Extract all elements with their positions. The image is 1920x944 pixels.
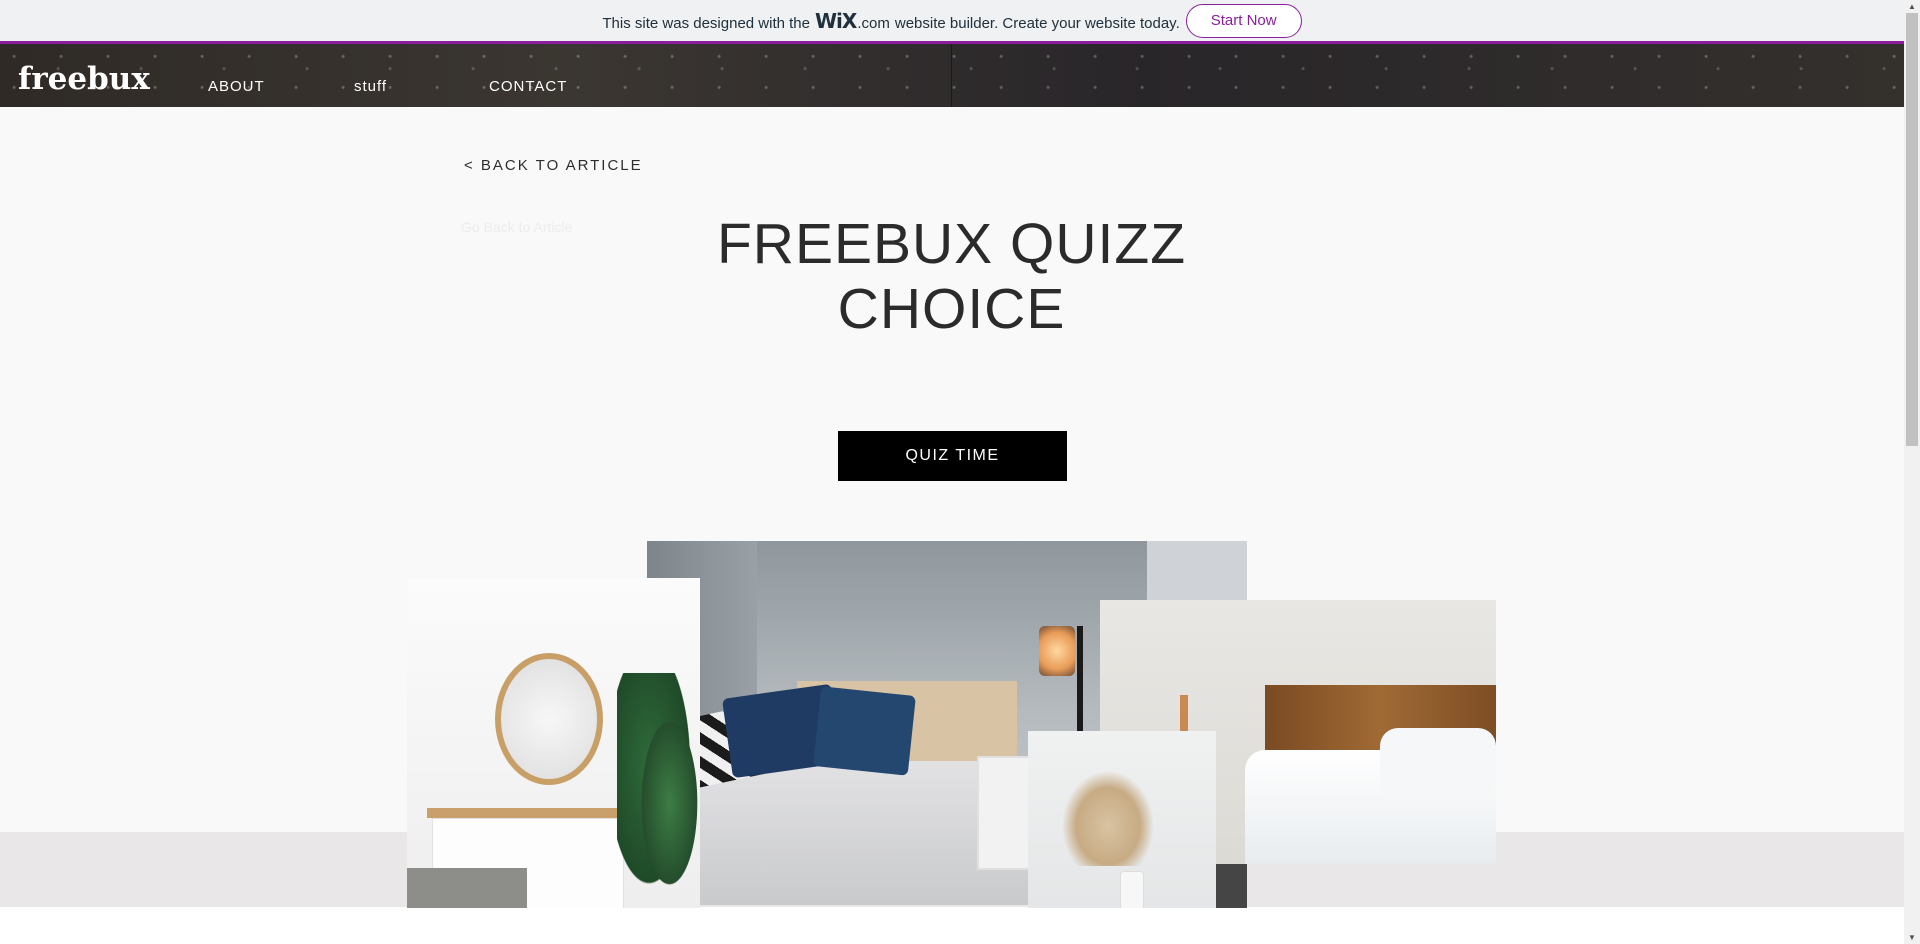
nav-item-stuff[interactable]: stuff [354,78,387,95]
page-title: FREEBUX QUIZZ CHOICE [600,212,1303,342]
triangle-up-icon[interactable]: ▲ [1904,0,1920,13]
go-back-to-article-link[interactable]: Go Back to Article [461,219,572,235]
wix-banner-message: This site was designed with the WiX .com … [602,9,1179,33]
site-header: freebux ABOUT stuff CONTACT [0,44,1904,107]
page-title-line-1: FREEBUX QUIZZ [716,212,1187,276]
wix-promo-banner: This site was designed with the WiX .com … [0,0,1904,44]
scrollbar-thumb[interactable] [1906,13,1918,446]
start-now-button[interactable]: Start Now [1185,3,1302,38]
lamp-icon [1039,626,1075,676]
vanity-photo [407,578,700,908]
page-title-line-2: CHOICE [837,277,1066,341]
wix-banner-text-before: This site was designed with the [602,14,810,32]
pampas-grass-photo [1028,731,1216,908]
gallery-strip-image [1147,541,1247,605]
page-scrollbar[interactable]: ▲ ▼ [1904,0,1920,944]
back-to-article-link[interactable]: < BACK TO ARTICLE [464,157,643,174]
header-divider [951,44,952,107]
wix-dotcom: .com [857,14,890,32]
triangle-down-icon[interactable]: ▼ [1904,931,1920,944]
mirror-icon [495,653,603,785]
wix-logo: WiX [815,8,857,33]
wix-banner-text-after: website builder. Create your website tod… [894,14,1180,32]
nav-item-contact[interactable]: CONTACT [489,78,567,95]
nav-item-about[interactable]: ABOUT [208,78,265,95]
bottom-white-strip [0,907,1904,944]
site-logo[interactable]: freebux [18,64,150,95]
quiz-time-button[interactable]: QUIZ TIME [838,431,1067,481]
gallery-strip-image-2 [1216,864,1247,908]
